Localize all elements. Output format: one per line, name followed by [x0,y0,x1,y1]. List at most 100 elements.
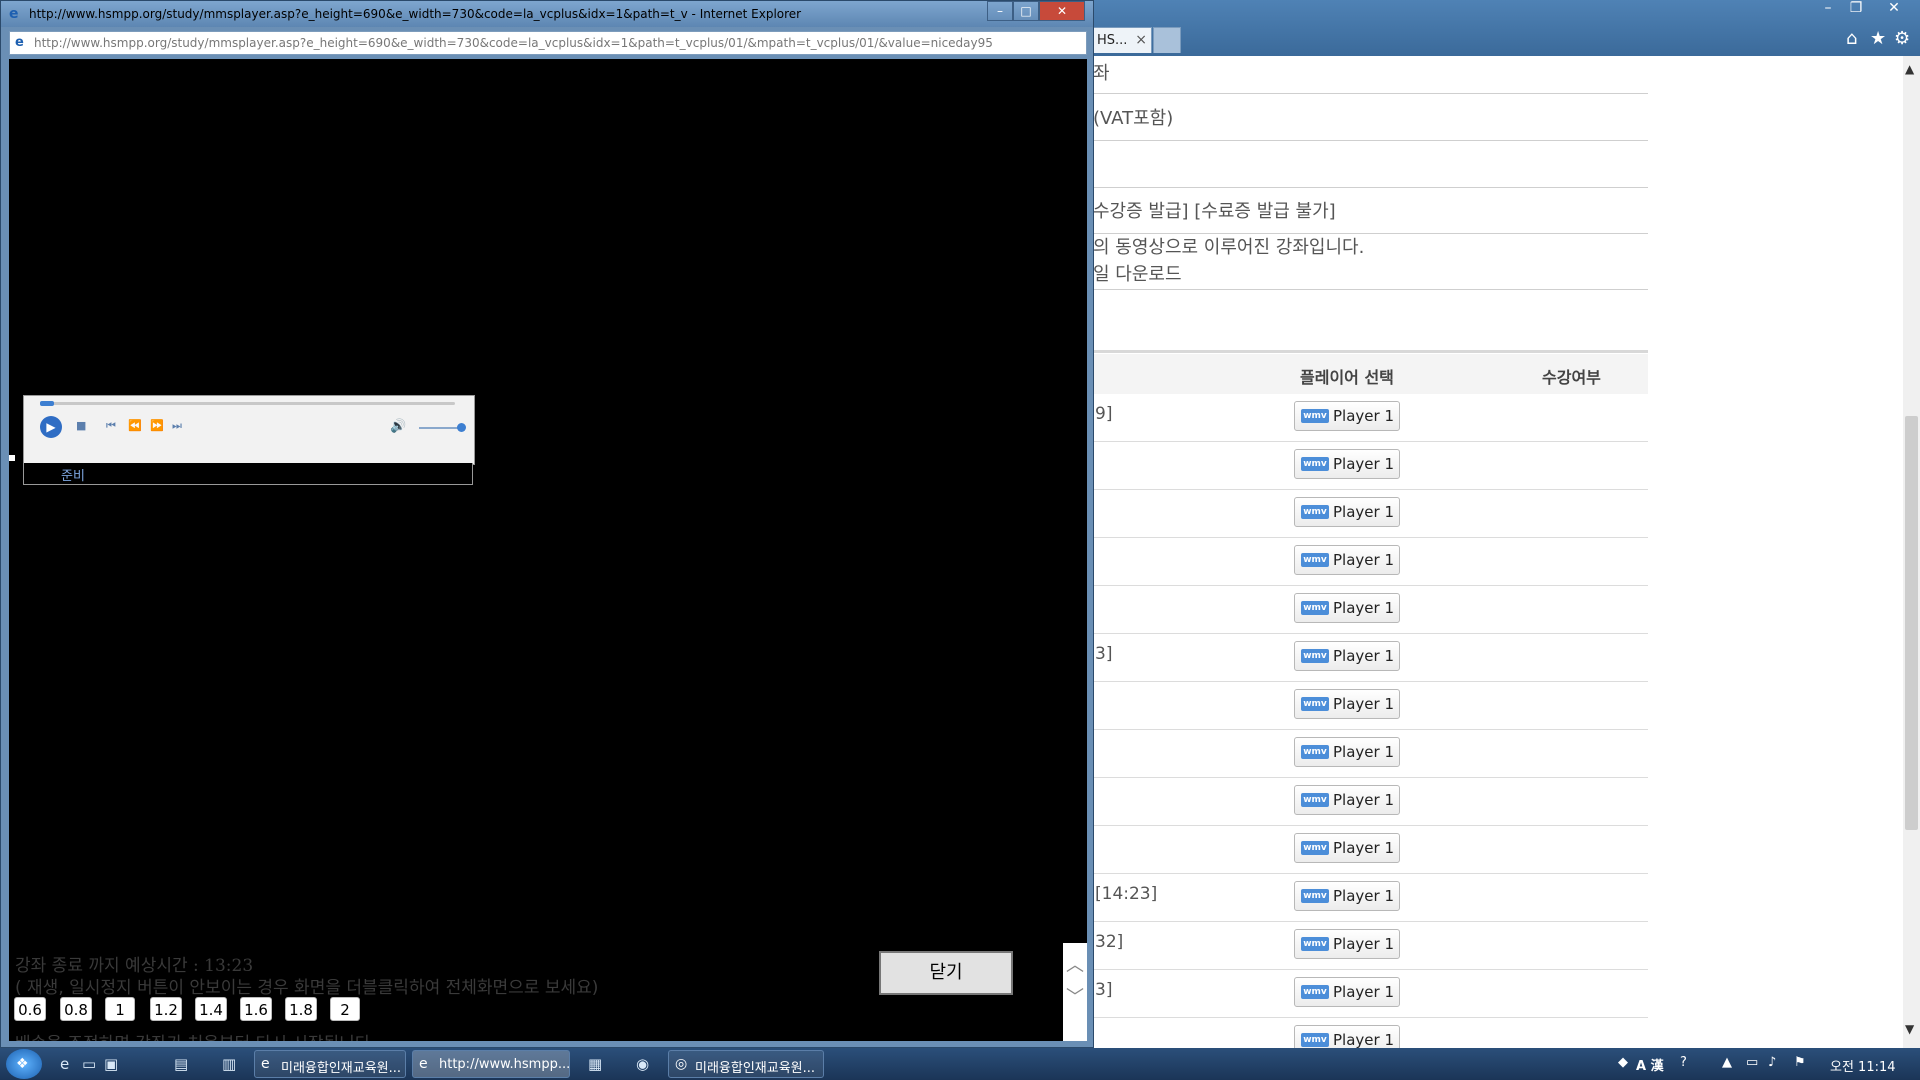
table-row: wmv Player 1 [1093,826,1648,874]
player-1-button[interactable]: wmv Player 1 [1294,977,1400,1007]
address-url: http://www.hsmpp.org/study/mmsplayer.asp… [34,36,993,50]
app-icon[interactable]: ▤ [174,1055,188,1073]
lesson-table-header: 플레이어 선택 수강여부 [1093,354,1648,394]
home-icon[interactable]: ⌂ [1846,28,1857,49]
player-1-button[interactable]: wmv Player 1 [1294,929,1400,959]
speed-button[interactable]: 1.8 [285,997,317,1021]
player-1-button[interactable]: wmv Player 1 [1294,545,1400,575]
taskbar-item-label: 미래융합인재교육원... [695,1061,816,1076]
player-1-button[interactable]: wmv Player 1 [1294,881,1400,911]
notepad-icon[interactable]: ▥ [222,1055,236,1073]
taskbar-item[interactable]: e http://www.hsmpp.... [412,1050,570,1078]
new-tab-button[interactable] [1153,27,1181,53]
table-row: wmv Player 1 [1093,730,1648,778]
chevron-up-icon[interactable]: ︿ [1066,951,1084,977]
close-button[interactable]: 닫기 [879,951,1013,995]
previous-icon[interactable]: ⏮ [106,419,116,433]
app-icon[interactable]: ◉ [636,1055,649,1073]
chrome-icon: ◎ [675,1056,688,1072]
speed-button[interactable]: 2 [330,997,360,1021]
lesson-title: 3] [1095,644,1113,664]
popup-scrollbar[interactable]: ︿ ﹀ [1063,943,1087,1041]
gear-icon[interactable]: ⚙ [1894,28,1910,49]
page-scrollbar[interactable]: ▲ ▼ [1903,56,1920,1050]
info-line: 수강증 발급] [수료증 발급 불가] [1093,201,1336,222]
network-icon[interactable]: ▭ [1746,1055,1758,1070]
seek-bar[interactable] [40,401,455,406]
minimize-icon[interactable]: – [987,1,1013,21]
table-row: wmv Player 1 [1093,682,1648,730]
flag-icon[interactable]: ⚑ [1794,1055,1806,1070]
player-1-button[interactable]: wmv Player 1 [1294,449,1400,479]
player-1-button[interactable]: wmv Player 1 [1294,785,1400,815]
browser-tab[interactable]: HS... × [1092,27,1152,53]
internet-explorer-icon[interactable]: e [60,1055,69,1073]
speed-button[interactable]: 1.2 [150,997,182,1021]
volume-icon[interactable]: 🔊 [390,419,406,434]
table-row: wmv Player 1 [1093,490,1648,538]
wmv-icon: wmv [1301,889,1329,903]
table-row: wmv Player 1 [1093,778,1648,826]
volume-icon[interactable]: ♪ [1768,1055,1776,1070]
shield-icon[interactable]: ◆ [1618,1055,1628,1070]
desktop-icon[interactable]: ▭ [82,1055,96,1073]
popup-title: http://www.hsmpp.org/study/mmsplayer.asp… [29,7,802,21]
show-hidden-icons[interactable]: ▲ [1722,1055,1732,1070]
speed-button[interactable]: 0.8 [60,997,92,1021]
chevron-down-icon[interactable]: ﹀ [1066,983,1084,1009]
wmv-icon: wmv [1301,1033,1329,1047]
video-area[interactable]: ▶ ■ ⏮ ⏪ ⏩ ⏭ 🔊 준비 강좌 종료 까지 예상시간 : 13:23 (… [9,59,1087,1041]
close-icon[interactable]: ✕ [1880,0,1908,18]
volume-slider[interactable] [419,427,459,429]
table-row: wmv Player 1 [1093,538,1648,586]
player-1-button[interactable]: wmv Player 1 [1294,497,1400,527]
speed-button[interactable]: 1.4 [195,997,227,1021]
table-row: 3] wmv Player 1 [1093,970,1648,1018]
taskbar: ❖ e ▭ ▣ ▤ ▥ e 미래융합인재교육원... e http://www.… [0,1048,1920,1080]
start-button[interactable]: ❖ [6,1049,42,1079]
player-button-label: Player 1 [1333,647,1394,665]
explorer-icon[interactable]: ▣ [104,1055,118,1073]
restore-icon[interactable]: ❐ [1842,0,1870,18]
player-1-button[interactable]: wmv Player 1 [1294,833,1400,863]
help-icon[interactable]: ? [1680,1055,1687,1070]
close-icon[interactable]: ✕ [1039,1,1085,21]
player-1-button[interactable]: wmv Player 1 [1294,641,1400,671]
taskbar-item-label: http://www.hsmpp.... [439,1057,570,1072]
speed-button[interactable]: 1 [105,997,135,1021]
favorites-star-icon[interactable]: ★ [1870,28,1886,49]
speed-button[interactable]: 0.6 [14,997,46,1021]
windows-logo-icon: ❖ [16,1056,29,1072]
scroll-up-icon[interactable]: ▲ [1905,62,1914,76]
player-1-button[interactable]: wmv Player 1 [1294,401,1400,431]
play-icon[interactable]: ▶ [40,416,62,438]
calculator-icon[interactable]: ▦ [588,1055,602,1073]
player-button-label: Player 1 [1333,887,1394,905]
stop-icon[interactable]: ■ [76,419,86,432]
rewind-icon[interactable]: ⏪ [128,419,142,432]
player-button-label: Player 1 [1333,1031,1394,1049]
scroll-thumb[interactable] [1905,416,1918,830]
maximize-icon[interactable]: □ [1013,1,1039,21]
fast-forward-icon[interactable]: ⏩ [150,419,164,432]
speed-note: 배속을 조정하면 강좌가 처음부터 다시 시작됩니다. [15,1029,376,1041]
tab-close-icon[interactable]: × [1135,32,1147,48]
player-button-label: Player 1 [1333,455,1394,473]
player-1-button[interactable]: wmv Player 1 [1294,689,1400,719]
system-clock[interactable]: 오전 11:14 [1830,1056,1896,1075]
player-1-button[interactable]: wmv Player 1 [1294,593,1400,623]
taskbar-item[interactable]: e 미래융합인재교육원... [254,1050,406,1078]
address-bar[interactable]: e http://www.hsmpp.org/study/mmsplayer.a… [9,31,1087,55]
player-button-label: Player 1 [1333,695,1394,713]
next-icon[interactable]: ⏭ [172,419,182,433]
minimize-icon[interactable]: – [1814,0,1842,18]
volume-knob[interactable] [457,423,466,432]
scroll-down-icon[interactable]: ▼ [1905,1022,1914,1036]
wmv-icon: wmv [1301,601,1329,615]
taskbar-item[interactable]: ◎ 미래융합인재교육원... [668,1050,824,1078]
speed-button[interactable]: 1.6 [240,997,272,1021]
player-button-label: Player 1 [1333,983,1394,1001]
ime-indicator[interactable]: A 漢 [1636,1055,1664,1074]
player-1-button[interactable]: wmv Player 1 [1294,737,1400,767]
wmv-icon: wmv [1301,505,1329,519]
